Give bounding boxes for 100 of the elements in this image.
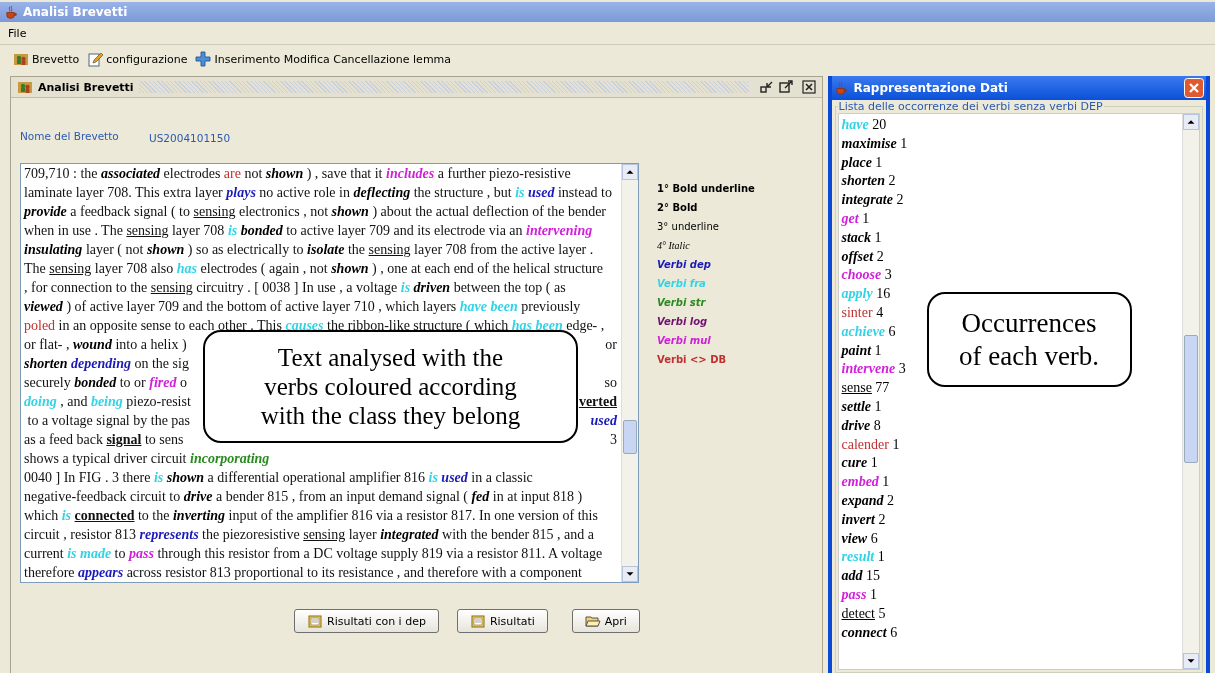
text-line: or xyxy=(605,336,617,354)
text-line: viewed ) of active layer 709 and the bottom of active layer 710 , which layers have been previously xyxy=(24,298,581,316)
verb-list-item[interactable]: sinter 4 xyxy=(841,303,884,323)
plus-icon xyxy=(195,51,212,67)
scroll-down-icon[interactable] xyxy=(1183,653,1199,669)
text-area[interactable] xyxy=(20,163,639,583)
document-icon xyxy=(469,613,486,629)
maximize-icon[interactable] xyxy=(778,80,793,94)
toolbar-button[interactable]: Inserimento Modifica Cancellazione lemma xyxy=(194,49,453,69)
text-line: shorten depending on the sig xyxy=(24,355,189,373)
text-line: securely bonded to or fired o xyxy=(24,374,187,392)
text-line: 0040 ] In FIG . 3 there is shown a differential operational amplifier 816 is used in a classic xyxy=(24,469,533,487)
verb-list-item[interactable]: integrate 2 xyxy=(841,191,904,210)
text-line: shows a typical driver circuit incorporating xyxy=(24,450,270,468)
legend-item: 3° underline xyxy=(657,220,720,234)
action-button[interactable]: Apri xyxy=(571,609,640,633)
close-icon[interactable] xyxy=(801,80,816,94)
verb-list-item[interactable]: intervene 3 xyxy=(841,360,906,380)
legend-item: 2° Bold xyxy=(657,201,699,215)
text-line: which is connected to the inverting input of the amplifier 816 via a resistor 817. In one version of this xyxy=(24,507,598,525)
text-line: 709,710 : the associated electrodes are not shown ) , save that it includes a further piezo-resistive xyxy=(24,165,571,183)
verb-list-item[interactable]: add 15 xyxy=(841,567,881,586)
cup-icon xyxy=(4,4,19,20)
text-line: or flat- , wound into a helix ) xyxy=(24,336,187,354)
text-line: , for connection to the sensing circuitry . [ 0038 ] In use , a voltage is driven between the top ( as xyxy=(24,279,566,297)
text-line: The sensing layer 708 also has electrodes ( again , not shown ) , one at each end of the helical structure xyxy=(24,260,603,278)
verb-list-item[interactable]: stack 1 xyxy=(841,228,882,248)
verb-list-item[interactable]: have 20 xyxy=(841,116,887,135)
group-title: Lista delle occorrenze dei verbi senza verbi DEP xyxy=(837,100,1104,113)
document-icon xyxy=(307,613,323,629)
window-title: Analisi Brevetti xyxy=(23,5,128,19)
verb-list-item[interactable]: get 1 xyxy=(841,210,870,229)
text-line: insulating layer ( not shown ) so as electrically to isolate the sensing layer 708 from the active layer . xyxy=(24,241,594,259)
text-line: provide a feedback signal ( to sensing electronics , not shown ) about the actual deflection of the bender xyxy=(24,203,606,221)
verb-list-item[interactable]: place 1 xyxy=(841,153,883,173)
verb-list-item[interactable]: connect 6 xyxy=(841,623,898,643)
scroll-down-icon[interactable] xyxy=(622,566,638,582)
action-button[interactable]: Risultati xyxy=(456,609,548,633)
text-line: verted xyxy=(578,393,617,411)
verb-list-item[interactable]: achieve 6 xyxy=(841,322,896,342)
scroll-thumb[interactable] xyxy=(1184,335,1198,463)
patent-number: US2004101150 xyxy=(149,132,231,146)
verb-list-item[interactable]: apply 16 xyxy=(841,285,891,304)
callout: Occurrences of each verb. xyxy=(926,292,1132,387)
verb-list-item[interactable]: paint 1 xyxy=(841,341,882,361)
toolbar-button[interactable]: configurazione xyxy=(86,49,189,69)
verb-list-item[interactable]: sense 77 xyxy=(841,379,890,398)
verb-list-item[interactable]: pass 1 xyxy=(841,585,877,605)
legend-item: Verbi <> DB xyxy=(657,353,728,367)
text-line: negative-feedback circuit to drive a bender 815 , from an input demand signal ( fed in at input 818 ) xyxy=(24,488,583,506)
legend-item: Verbi str xyxy=(657,296,707,310)
text-line: when in use . The sensing layer 708 is bonded to active layer 709 and its electrode via an intervening xyxy=(24,222,593,240)
scroll-thumb[interactable] xyxy=(623,420,637,454)
toolbar-button[interactable]: Brevetto xyxy=(12,49,81,69)
verb-list-item[interactable]: choose 3 xyxy=(841,266,892,286)
patent-name-label: Nome del Brevetto xyxy=(20,130,120,144)
legend-item: Verbi dep xyxy=(657,258,712,272)
text-line: doing , and being piezo-resist xyxy=(24,393,191,411)
verb-list-item[interactable]: result 1 xyxy=(841,548,885,568)
verb-list-item[interactable]: detect 5 xyxy=(841,604,886,624)
frame-title: Analisi Brevetti xyxy=(38,80,134,94)
legend-item: Verbi mul xyxy=(657,334,712,348)
scrollbar[interactable] xyxy=(1182,114,1199,669)
verb-list-item[interactable]: invert 2 xyxy=(841,510,886,530)
scroll-up-icon[interactable] xyxy=(1183,114,1199,130)
legend-item: 4° Italic xyxy=(657,239,691,253)
verb-list-item[interactable]: expand 2 xyxy=(841,491,895,511)
people-icon xyxy=(17,79,33,95)
text-line: as a feed back signal to sens xyxy=(24,431,184,449)
text-line: laminate layer 708. This extra layer plays no active role in deflecting the structure , but is used instead to xyxy=(24,184,612,202)
people-icon xyxy=(13,51,29,67)
text-line: current is made to pass through this resistor from a DC voltage supply 819 via a resistor 811. A voltage xyxy=(24,545,603,563)
legend-item: Verbi fra xyxy=(657,277,707,291)
text-line: 3 xyxy=(610,431,617,449)
pencil-icon xyxy=(87,51,104,67)
text-line: to a voltage signal by the pas xyxy=(26,412,191,430)
text-line: circuit , resistor 813 represents the piezoresistive sensing layer integrated with the bender 815 , and a xyxy=(24,526,595,544)
callout: Text analysed with the verbs coloured according with the class they belong xyxy=(203,330,578,443)
scroll-up-icon[interactable] xyxy=(622,164,638,180)
cup-icon xyxy=(833,80,849,96)
dialog-title: Rappresentazione Dati xyxy=(853,81,1009,95)
legend-item: Verbi log xyxy=(657,315,709,329)
verb-list-item[interactable]: cure 1 xyxy=(841,454,878,474)
folder-icon xyxy=(584,613,601,629)
verb-list-item[interactable]: offset 2 xyxy=(841,247,884,267)
scrollbar[interactable] xyxy=(621,164,638,582)
verb-list-item[interactable]: settle 1 xyxy=(841,397,882,417)
verb-list-item[interactable]: view 6 xyxy=(841,529,878,549)
text-line: so xyxy=(604,374,617,392)
menu-item[interactable]: File xyxy=(8,26,27,40)
text-line: used xyxy=(590,412,617,430)
verb-list-item[interactable]: shorten 2 xyxy=(841,172,896,192)
verb-list-item[interactable]: maximise 1 xyxy=(841,134,908,154)
verb-list-item[interactable]: embed 1 xyxy=(841,473,890,492)
verb-list-item[interactable]: calender 1 xyxy=(841,435,900,455)
legend-item: 1° Bold underline xyxy=(657,182,755,196)
verb-list-item[interactable]: drive 8 xyxy=(841,416,881,436)
minimize-icon[interactable] xyxy=(759,80,774,94)
text-line: therefore appears across resistor 813 proportional to its resistance , and therefore with a component xyxy=(24,564,582,582)
action-button[interactable]: Risultati con i dep xyxy=(294,609,439,633)
